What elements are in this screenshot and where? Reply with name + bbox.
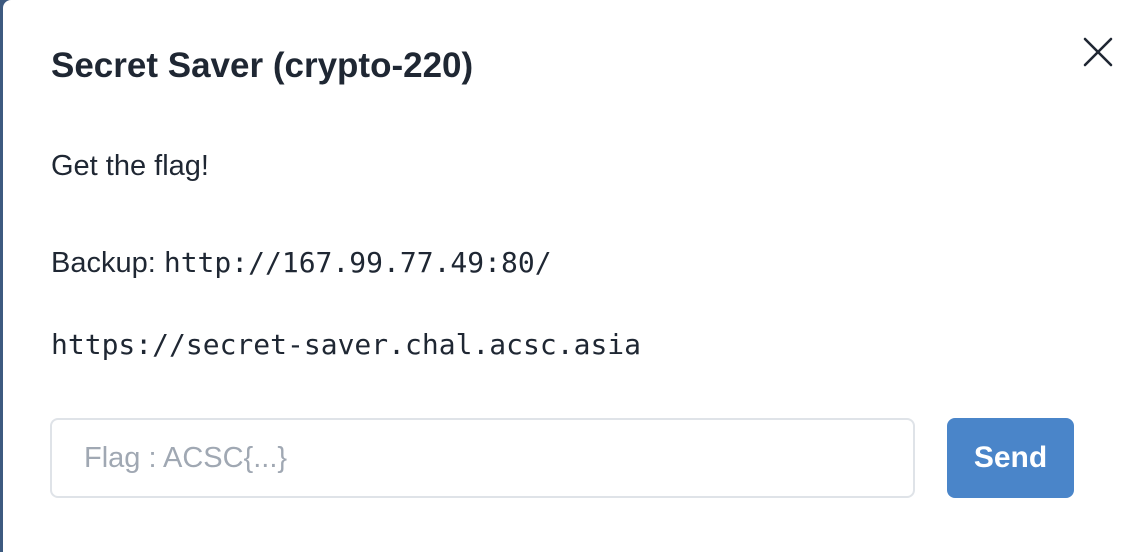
challenge-modal: Secret Saver (crypto-220) Get the flag! … (3, 0, 1148, 552)
challenge-url-line: https://secret-saver.chal.acsc.asia (51, 324, 641, 371)
send-button[interactable]: Send (947, 418, 1074, 498)
challenge-url: https://secret-saver.chal.acsc.asia (51, 328, 642, 361)
backup-url: http://167.99.77.49:80/ (163, 246, 552, 279)
flag-input[interactable] (50, 418, 915, 498)
backup-line: Backup: http://167.99.77.49:80/ (51, 242, 552, 284)
backup-label: Backup: (51, 247, 164, 279)
close-icon (1082, 36, 1114, 68)
modal-title: Secret Saver (crypto-220) (51, 46, 474, 85)
close-button[interactable] (1078, 32, 1118, 72)
challenge-description: Get the flag! (51, 150, 209, 182)
